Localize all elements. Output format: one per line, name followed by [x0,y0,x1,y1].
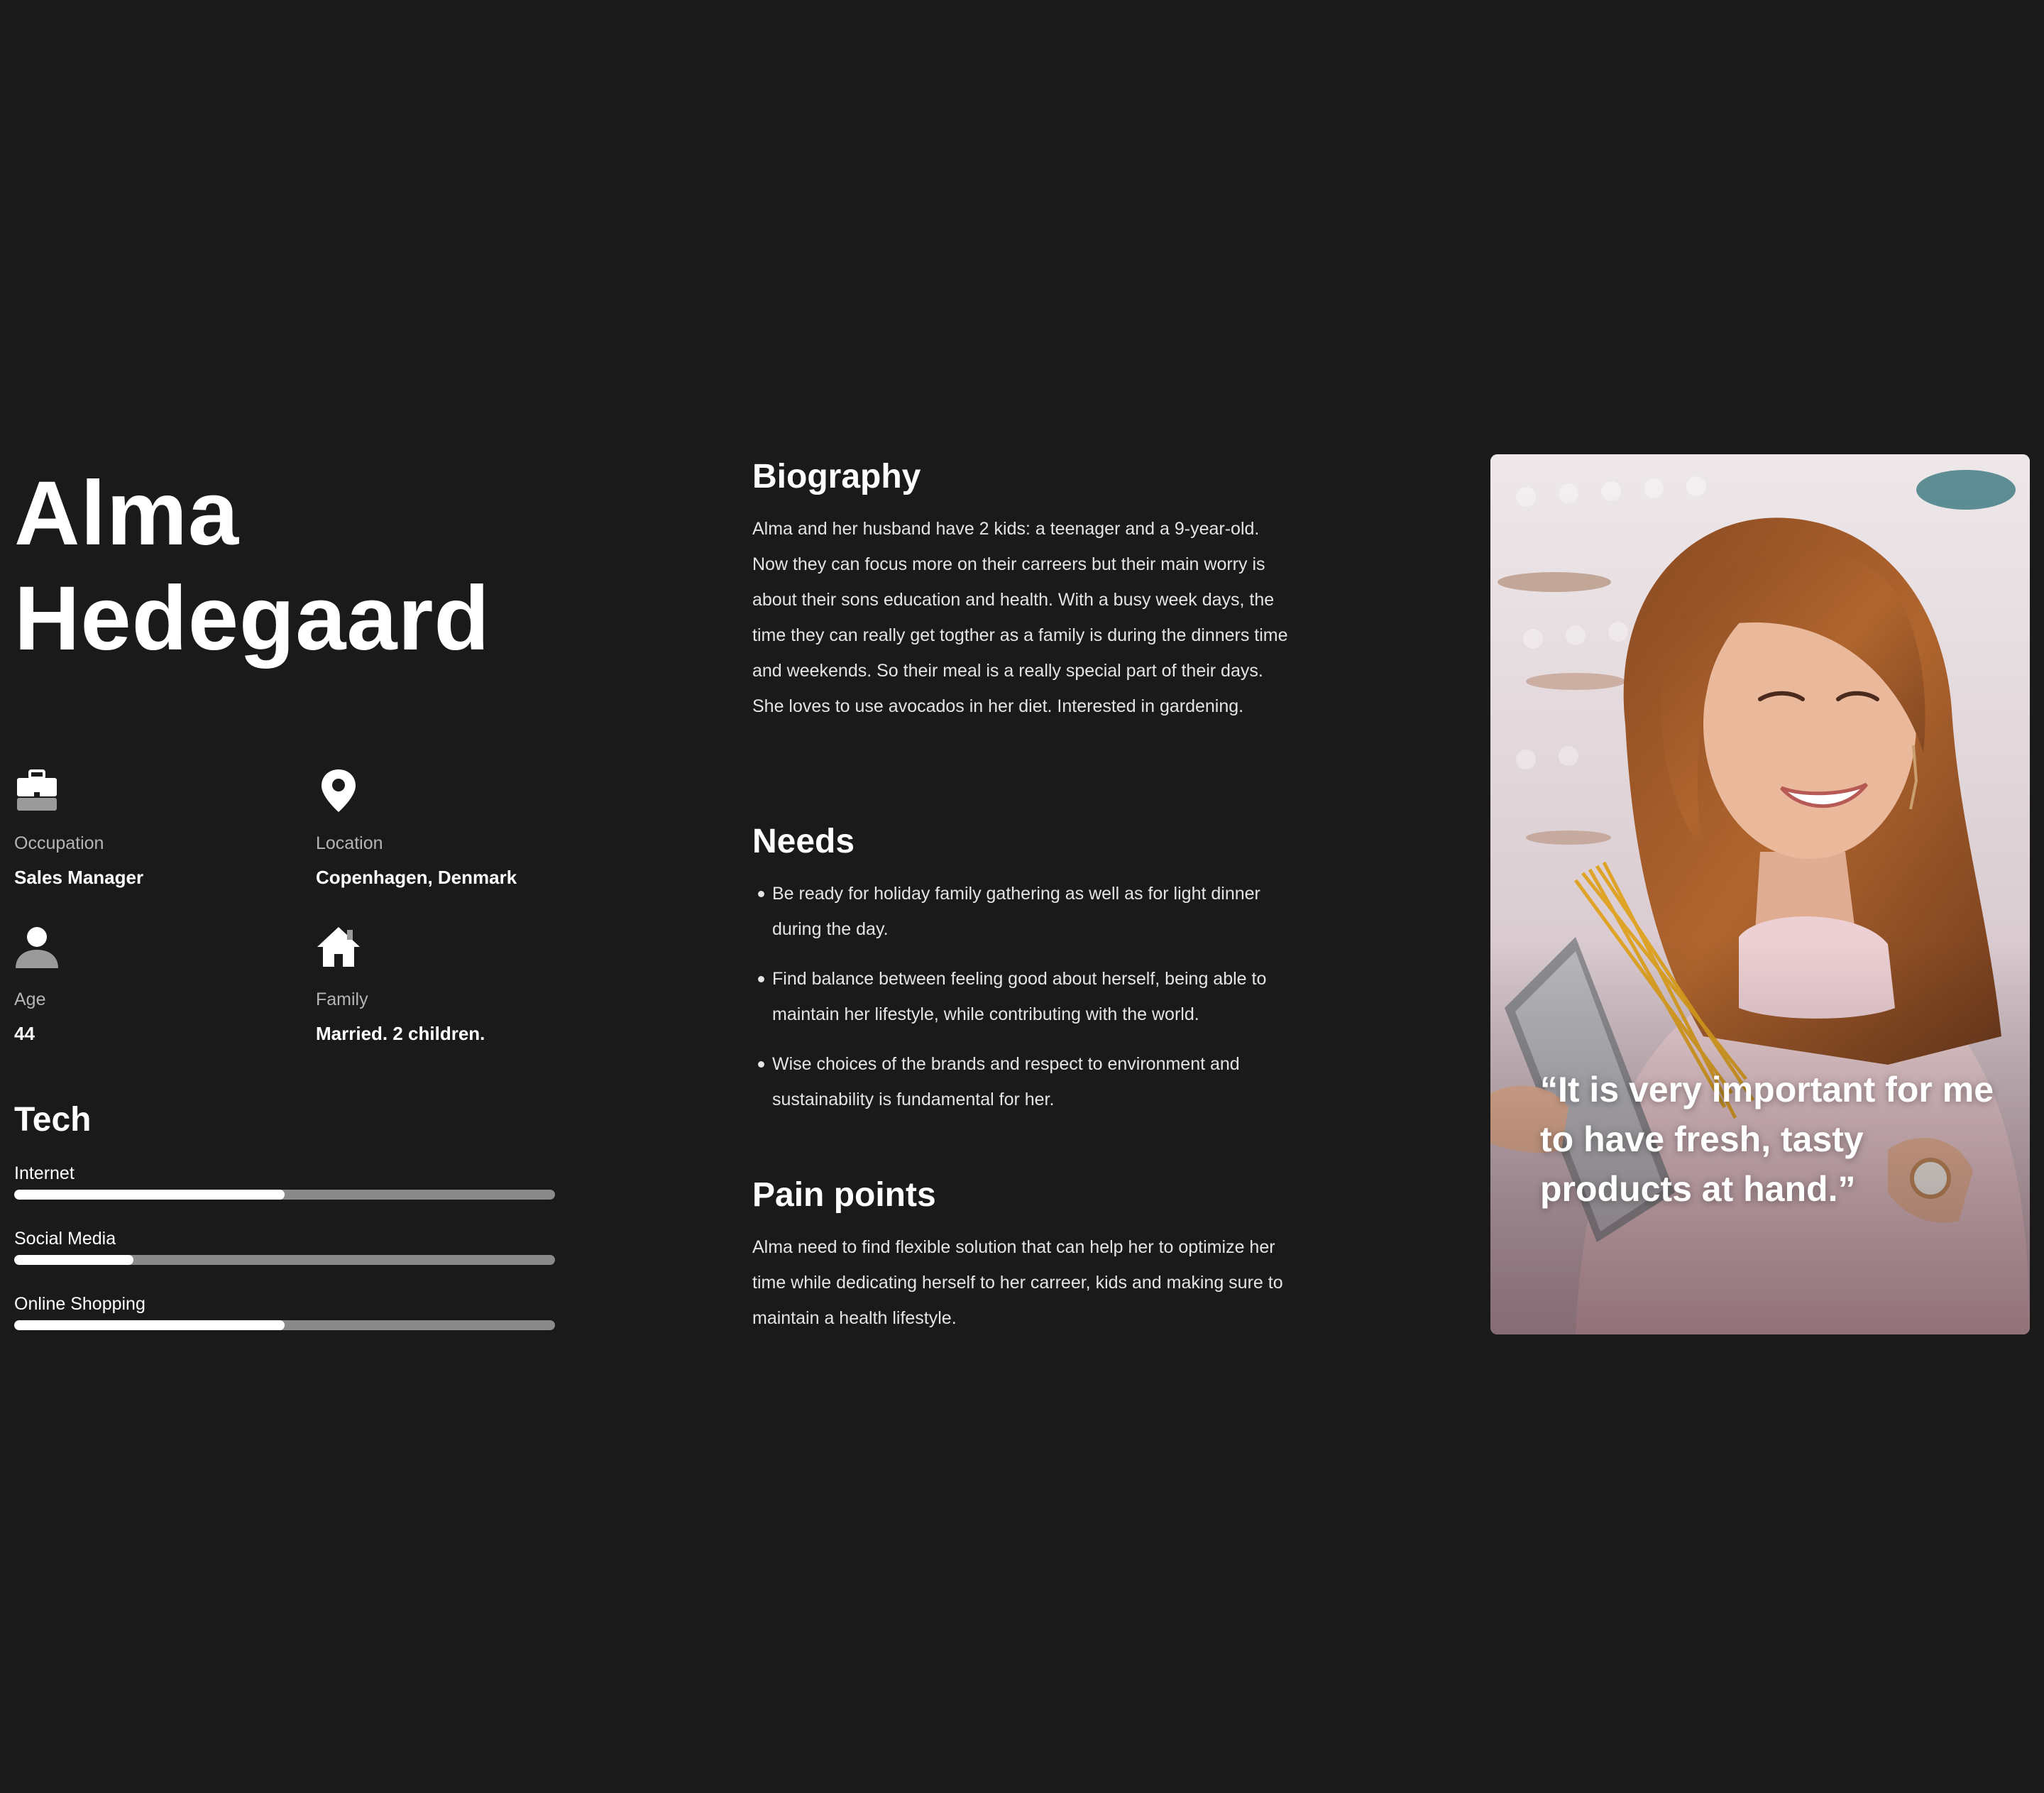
tech-item-label: Online Shopping [14,1294,145,1314]
persona-name: Alma Hedegaard [14,461,653,671]
persona-photo-card: “It is very important for me to have fre… [1490,454,2030,1334]
home-icon [317,927,360,967]
occupation-info: Occupation Sales Manager [14,768,298,889]
need-text: Be ready for holiday family gathering as… [772,884,1260,939]
map-pin-icon [322,769,356,812]
list-item: Wise choices of the brands and respect t… [752,1046,1299,1117]
tech-level-fill [14,1255,133,1265]
family-value: Married. 2 children. [316,1023,485,1044]
age-info: Age 44 [14,924,298,1045]
needs-section: Needs Be ready for holiday family gather… [752,821,1299,1131]
bullet-icon [758,891,764,897]
location-value: Copenhagen, Denmark [316,867,517,888]
biography-text: Alma and her husband have 2 kids: a teen… [752,519,1288,716]
first-name: Alma [14,463,239,564]
biography-title: Biography [752,458,921,495]
persona-quote: “It is very important for me to have fre… [1540,1070,1994,1209]
location-info: Location Copenhagen, Denmark [316,768,600,889]
list-item: Be ready for holiday family gathering as… [752,876,1299,947]
tech-level-bar [14,1190,555,1200]
tech-item-internet: Internet [14,1163,555,1200]
needs-list: Be ready for holiday family gathering as… [752,876,1299,1117]
need-text: Find balance between feeling good about … [772,969,1267,1024]
tech-item-label: Internet [14,1163,75,1183]
tech-title: Tech [14,1101,92,1139]
bullet-icon [758,1061,764,1068]
pain-points-title: Pain points [752,1176,936,1214]
tech-level-bar [14,1255,555,1265]
age-label: Age [14,989,46,1009]
occupation-value: Sales Manager [14,867,144,888]
tech-level-bar [14,1320,555,1330]
bullet-icon [758,976,764,982]
need-text: Wise choices of the brands and respect t… [772,1054,1240,1109]
tech-item-label: Social Media [14,1229,116,1249]
tech-level-fill [14,1320,285,1330]
age-value: 44 [14,1023,35,1044]
location-label: Location [316,833,383,853]
pain-points-section: Pain points Alma need to find flexible s… [752,1174,1299,1336]
briefcase-icon [17,769,57,811]
family-info: Family Married. 2 children. [316,924,600,1045]
person-icon [16,927,58,968]
tech-item-online-shopping: Online Shopping [14,1293,555,1330]
biography-section: Biography Alma and her husband have 2 ki… [752,456,1299,724]
last-name: Hedegaard [14,568,490,669]
persona-page: Alma Hedegaard Occupation Sales Manager … [0,0,2044,1793]
pain-points-text: Alma need to find flexible solution that… [752,1237,1283,1328]
tech-level-fill [14,1190,285,1200]
occupation-label: Occupation [14,833,104,853]
tech-item-social-media: Social Media [14,1228,555,1265]
list-item: Find balance between feeling good about … [752,961,1299,1032]
family-label: Family [316,989,368,1009]
needs-title: Needs [752,823,855,860]
